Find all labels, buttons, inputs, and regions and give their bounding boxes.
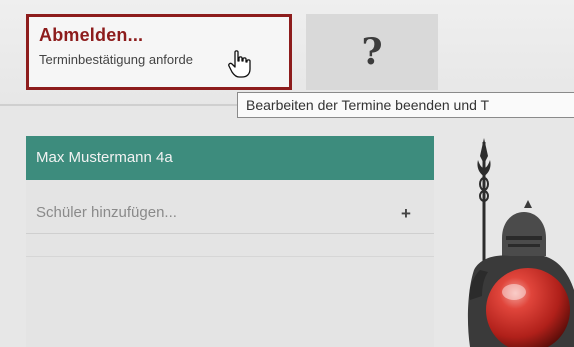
add-student-button[interactable]: +: [388, 198, 424, 230]
student-list-item[interactable]: Max Mustermann 4a: [26, 136, 434, 180]
student-panel: Max Mustermann 4a Schüler hinzufügen... …: [26, 136, 434, 347]
help-label: ?: [361, 31, 383, 73]
add-student-input[interactable]: Schüler hinzufügen...: [36, 204, 177, 221]
knight-with-red-ball-icon: [467, 138, 574, 347]
panel-divider: [26, 256, 434, 257]
mascot-area: [440, 120, 574, 347]
add-student-row: Schüler hinzufügen... +: [26, 194, 434, 234]
logout-button[interactable]: Abmelden... Terminbestätigung anforde: [26, 14, 292, 90]
tooltip: Bearbeiten der Termine beenden und T: [237, 92, 574, 118]
logout-title: Abmelden...: [39, 25, 144, 45]
help-button[interactable]: ?: [306, 14, 438, 90]
hand-pointer-icon: [228, 50, 251, 78]
